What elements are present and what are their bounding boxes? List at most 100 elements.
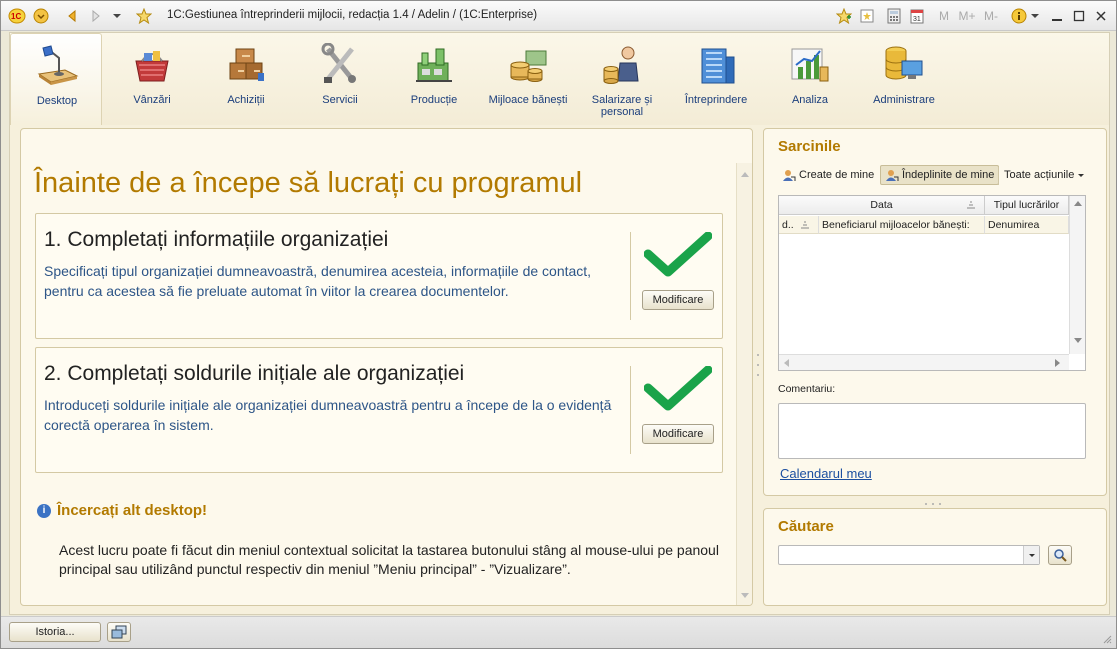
app-window: 1C 1C:Gestiunea întreprinderii mijlocii,… bbox=[0, 0, 1117, 649]
table-cell[interactable]: d.. bbox=[779, 216, 819, 234]
section-desktop[interactable]: Desktop bbox=[10, 33, 102, 125]
chevron-down-icon bbox=[1078, 174, 1085, 177]
modify-balances-button[interactable]: Modificare bbox=[642, 424, 714, 444]
search-icon bbox=[1054, 549, 1067, 562]
section-cash[interactable]: Mijloace bănești bbox=[482, 33, 574, 125]
comment-field[interactable] bbox=[778, 403, 1086, 459]
section-label: Analiza bbox=[791, 94, 829, 106]
main-area: Desktop Vânzări Achiziții Servicii Produ… bbox=[9, 32, 1110, 615]
add-favorite-icon[interactable] bbox=[835, 7, 853, 25]
memory-add-button[interactable]: M+ bbox=[956, 7, 978, 25]
calendar-link[interactable]: Calendarul meu bbox=[780, 466, 872, 481]
all-actions-menu[interactable]: Toate acțiunile bbox=[1000, 165, 1089, 185]
section-sales[interactable]: Vânzări bbox=[106, 33, 198, 125]
maximize-icon[interactable] bbox=[1071, 7, 1087, 25]
search-dropdown-button[interactable] bbox=[1023, 546, 1039, 564]
search-input[interactable] bbox=[778, 545, 1040, 565]
divider bbox=[630, 232, 631, 320]
section-label: Desktop bbox=[36, 95, 78, 107]
section-services[interactable]: Servicii bbox=[294, 33, 386, 125]
scroll-down-icon[interactable] bbox=[737, 587, 753, 603]
section-enterprise[interactable]: Întreprindere bbox=[670, 33, 762, 125]
calculator-icon[interactable] bbox=[885, 7, 903, 25]
toolbar-divider bbox=[998, 167, 999, 185]
minimize-icon[interactable] bbox=[1049, 7, 1065, 25]
section-label: Salarizare și personal bbox=[591, 94, 653, 118]
scroll-down-icon[interactable] bbox=[1070, 332, 1086, 348]
memory-store-button[interactable]: M bbox=[937, 7, 951, 25]
svg-text:1C: 1C bbox=[11, 12, 21, 21]
coins-icon bbox=[510, 50, 547, 82]
column-header-date[interactable]: Data bbox=[779, 196, 985, 215]
start-panel: Înainte de a începe să lucrați cu progra… bbox=[20, 128, 753, 606]
search-title: Căutare bbox=[778, 518, 834, 535]
history-dropdown-icon[interactable] bbox=[109, 7, 125, 25]
vertical-splitter[interactable] bbox=[754, 351, 762, 381]
close-icon[interactable] bbox=[1093, 7, 1109, 25]
favorites-list-icon[interactable] bbox=[858, 7, 876, 25]
open-windows-button[interactable] bbox=[107, 622, 131, 642]
calendar-icon[interactable]: 31 bbox=[908, 7, 926, 25]
user-filter-icon bbox=[783, 170, 796, 181]
section-label: Mijloace bănești bbox=[488, 94, 568, 106]
info-icon: i bbox=[37, 504, 51, 518]
svg-text:31: 31 bbox=[913, 16, 921, 23]
alt-desktop-title: Încercați alt desktop! bbox=[57, 502, 208, 519]
favorites-star-icon[interactable] bbox=[134, 7, 154, 25]
info-dropdown-icon[interactable] bbox=[1029, 7, 1041, 25]
step-title: 2. Completați soldurile inițiale ale org… bbox=[44, 362, 465, 385]
section-analysis[interactable]: Analiza bbox=[764, 33, 856, 125]
horizontal-splitter[interactable] bbox=[918, 498, 948, 505]
search-button[interactable] bbox=[1048, 545, 1072, 565]
step-description: Specificați tipul organizației dumneavoa… bbox=[44, 263, 592, 299]
shopping-basket-icon bbox=[135, 51, 169, 82]
building-icon bbox=[701, 48, 735, 84]
section-label: Întreprindere bbox=[684, 94, 748, 106]
table-cell[interactable]: Beneficiarul mijloacelor bănești: bbox=[819, 216, 985, 234]
scroll-left-icon[interactable] bbox=[779, 355, 795, 371]
tools-icon bbox=[321, 43, 356, 83]
table-cell[interactable]: Denumirea bbox=[985, 216, 1069, 234]
memory-subtract-button[interactable]: M- bbox=[981, 7, 1001, 25]
forward-arrow-icon[interactable] bbox=[87, 7, 105, 25]
info-icon[interactable] bbox=[1010, 7, 1028, 25]
section-label: Vânzări bbox=[133, 94, 171, 106]
windows-icon bbox=[111, 625, 127, 639]
section-purchases[interactable]: Achiziții bbox=[200, 33, 292, 125]
scroll-up-icon[interactable] bbox=[1070, 196, 1086, 212]
section-label: Administrare bbox=[873, 94, 935, 106]
section-label: Achiziții bbox=[227, 94, 265, 106]
step-title: 1. Completați informațiile organizației bbox=[44, 228, 389, 251]
vertical-scrollbar[interactable] bbox=[736, 163, 752, 605]
modify-organization-button[interactable]: Modificare bbox=[642, 290, 714, 310]
checkmark-icon bbox=[644, 232, 712, 277]
resize-grip-icon[interactable] bbox=[1102, 634, 1112, 644]
section-label: Producție bbox=[410, 94, 458, 106]
section-payroll[interactable]: Salarizare și personal bbox=[576, 33, 668, 125]
worker-coins-icon bbox=[603, 46, 639, 84]
search-panel: Căutare bbox=[763, 508, 1107, 606]
done-by-me-button[interactable]: Îndeplinite de mine bbox=[880, 165, 1000, 185]
table-horizontal-scrollbar[interactable] bbox=[779, 354, 1069, 370]
scroll-up-icon[interactable] bbox=[737, 167, 753, 183]
section-label: Servicii bbox=[322, 94, 358, 106]
table-vertical-scrollbar[interactable] bbox=[1069, 196, 1085, 354]
tasks-title: Sarcinile bbox=[778, 138, 841, 155]
created-by-me-button[interactable]: Create de mine bbox=[778, 165, 878, 185]
factory-icon bbox=[416, 48, 452, 82]
database-icon bbox=[885, 46, 923, 80]
tasks-table[interactable]: Data Tipul lucrărilor d.. Beneficiarul m… bbox=[778, 195, 1086, 371]
history-button[interactable]: Istoria... bbox=[9, 622, 101, 642]
column-header-work-type[interactable]: Tipul lucrărilor bbox=[985, 196, 1069, 215]
scroll-right-icon[interactable] bbox=[1049, 355, 1065, 371]
section-administration[interactable]: Administrare bbox=[858, 33, 950, 125]
back-arrow-icon[interactable] bbox=[63, 7, 81, 25]
page-title: Înainte de a începe să lucrați cu progra… bbox=[34, 167, 583, 199]
desktop-lamp-icon bbox=[37, 45, 79, 85]
app-logo-icon[interactable]: 1C bbox=[7, 7, 27, 25]
main-menu-icon[interactable] bbox=[31, 7, 51, 25]
step-card-balances: 2. Completați soldurile inițiale ale org… bbox=[35, 347, 723, 473]
all-actions-label: Toate acțiunile bbox=[1004, 169, 1075, 181]
chart-icon bbox=[791, 48, 829, 82]
section-production[interactable]: Producție bbox=[388, 33, 480, 125]
